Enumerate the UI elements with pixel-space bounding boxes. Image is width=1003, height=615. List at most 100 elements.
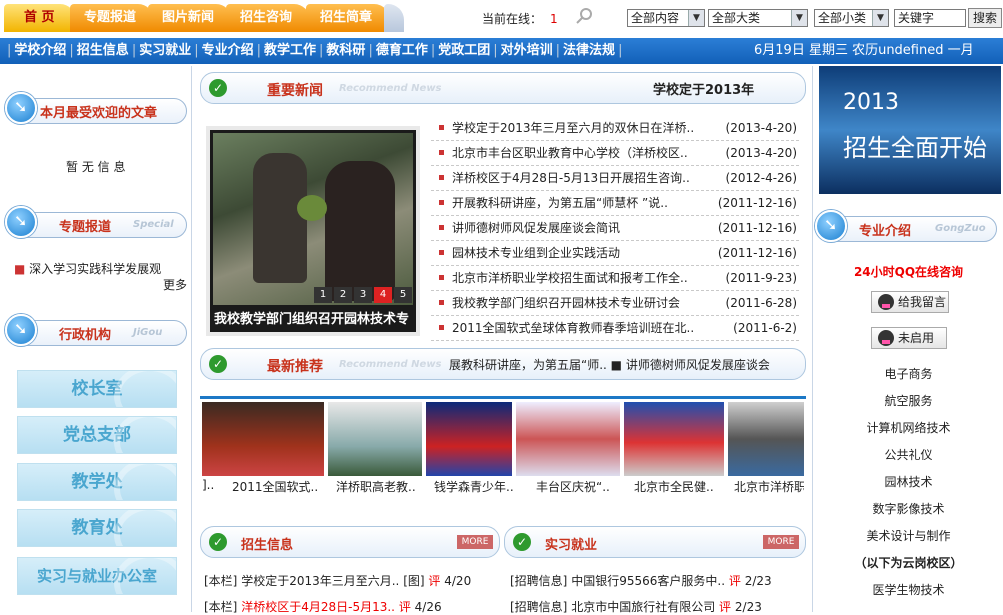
check-icon: ✓ [209,79,227,97]
list-item[interactable]: [本栏] 学校定于2013年三月至六月.. [图] 评 4/20 [204,572,471,589]
tab-photo-news[interactable]: 图片新闻 [148,4,232,32]
list-item[interactable]: 学校定于2013年三月至六月的双休日在洋桥.. (2013-4-20) [431,116,799,141]
nav-party[interactable]: 党政工团 [438,43,490,58]
list-item[interactable]: [招聘信息] 北京市中国旅行社有限公司 评 2/23 [510,598,762,615]
major-list: 电子商务 航空服务 计算机网络技术 公共礼仪 园林技术 数字影像技术 美术设计与… [813,361,1003,604]
list-item[interactable]: 北京市丰台区职业教育中心学校（洋桥校区.. (2013-4-20) [431,141,799,166]
nav-majors[interactable]: 专业介绍 [202,43,254,58]
major-item[interactable]: 医学生物技术 [813,577,1003,604]
tab-enroll-brochure[interactable]: 招生简章 [306,4,390,32]
nav-moral-edu[interactable]: 德育工作 [376,43,428,58]
news-slideshow[interactable]: 12345 我校教学部门组织召开园林技术专 [206,126,420,336]
jobs-header: ✓ 实习就业 MORE [504,526,806,558]
photo-scroller: ].. 2011全国软式.. 洋桥职高老教.. 钱学森青少年.. 丰台区庆祝“.… [202,402,804,496]
photo-caption[interactable]: 丰台区庆祝“.. [536,478,624,495]
subcategory-select[interactable]: 全部小类 ▼ [814,9,889,27]
slide-page[interactable]: 3 [354,287,372,303]
content-select[interactable]: 全部内容 ▼ [627,9,705,27]
tab-home[interactable]: 首 页 [4,4,76,32]
date-display: 6月19日 星期三 农历undefined 一月 [754,43,974,58]
slide-page[interactable]: 1 [314,287,332,303]
nav-enroll-info[interactable]: 招生信息 [77,43,129,58]
list-item[interactable]: [招聘信息] 中国银行95566客户服务中.. 评 2/23 [510,572,772,589]
enroll-header: ✓ 招生信息 MORE [200,526,500,558]
jobs-more-button[interactable]: MORE [763,535,799,549]
tab-enroll-consult[interactable]: 招生咨询 [226,4,310,32]
slide-image[interactable] [213,133,413,305]
tab-special[interactable]: 专题报道 [70,4,154,32]
arrow-icon [5,92,37,124]
main-nav: | 学校介绍 | 招生信息 | 实习就业 | 专业介绍 | 教学工作 | 教科研 | 德育工作 | 党政工团 |… [0,38,1003,64]
nav-school-intro[interactable]: 学校介绍 [14,43,66,58]
photo-item[interactable] [624,402,724,476]
major-item[interactable]: 园林技术 [813,469,1003,496]
major-item[interactable]: 数字影像技术 [813,496,1003,523]
search-icon[interactable] [574,6,594,26]
major-item[interactable]: 电子商务 [813,361,1003,388]
list-item[interactable]: 讲师德树师风促发展座谈会简讯 (2011-12-16) [431,216,799,241]
nav-law[interactable]: 法律法规 [563,43,615,58]
org-party-button[interactable]: 党总支部 [17,416,177,454]
qq-icon [878,294,894,310]
photo-item[interactable] [426,402,512,476]
online-count: 当前在线： 1 [482,12,558,26]
photo-caption[interactable]: 2011全国软式.. [232,478,327,495]
list-item[interactable]: 2011全国软式垒球体育教师春季培训班在北.. (2011-6-2) [431,316,799,341]
list-item[interactable]: 北京市洋桥职业学校招生面试和报考工作全.. (2011-9-23) [431,266,799,291]
qq-consult-title: 24小时QQ在线咨询 [853,265,964,279]
nav-research[interactable]: 教科研 [326,43,365,58]
org-principal-button[interactable]: 校长室 [17,370,177,408]
nav-teaching[interactable]: 教学工作 [264,43,316,58]
photo-caption[interactable]: ].. [202,478,222,492]
major-item[interactable]: 公共礼仪 [813,442,1003,469]
search-button[interactable]: 搜索 [968,8,1002,28]
slide-caption[interactable]: 我校教学部门组织召开园林技术专 [214,308,414,328]
slide-page[interactable]: 2 [334,287,352,303]
list-item[interactable]: [本栏] 洋桥校区于4月28日-5月13.. 评 4/26 [204,598,442,615]
recommend-header: ✓ 最新推荐 Recommend News 展教科研讲座，为第五届“师.. ■ 讲… [200,348,806,380]
special-header: 专题报道Special [5,204,188,246]
category-select[interactable]: 全部大类 ▼ [708,9,808,27]
major-item[interactable]: 航空服务 [813,388,1003,415]
campus-divider: （以下为云岗校区） [854,556,963,570]
photo-caption[interactable]: 洋桥职高老教.. [336,478,424,495]
arrow-icon [5,206,37,238]
list-item[interactable]: 洋桥校区于4月28日-5月13日开展招生咨询.. (2012-4-26) [431,166,799,191]
photo-caption[interactable]: 钱学森青少年.. [434,478,522,495]
photo-item[interactable] [728,402,804,476]
photo-item[interactable] [202,402,324,476]
photo-caption[interactable]: 北京市全民健.. [634,478,722,495]
tab-end-decor [384,4,404,32]
major-item[interactable]: 美术设计与制作 [813,523,1003,550]
qq-disabled-button[interactable]: 未启用 [871,327,947,349]
org-employment-button[interactable]: 实习与就业办公室 [17,557,177,595]
photo-item[interactable] [516,402,620,476]
nav-internship[interactable]: 实习就业 [139,43,191,58]
right-sidebar: 2013 招生全面开始 专业介绍GongZuo 24小时QQ在线咨询 给我留言 … [812,66,1003,612]
check-icon: ✓ [209,533,227,551]
special-more-link[interactable]: 更多 [163,276,187,293]
popular-header: 本月最受欢迎的文章 [5,90,188,132]
enroll-more-button[interactable]: MORE [457,535,493,549]
slide-page-active[interactable]: 4 [374,287,392,303]
special-item[interactable]: ■ 深入学习实践科学发展观 [14,260,161,277]
photo-item[interactable] [328,402,422,476]
keyword-input[interactable]: 关键字 [894,9,966,27]
recommend-marquee[interactable]: 展教科研讲座，为第五届“师.. ■ 讲师德树师风促发展座谈会 [449,356,771,373]
org-teaching-button[interactable]: 教学处 [17,463,177,501]
list-item[interactable]: 我校教学部门组织召开园林技术专业研讨会 (2011-6-28) [431,291,799,316]
nav-training[interactable]: 对外培训 [501,43,553,58]
news-marquee[interactable]: 学校定于2013年 [653,79,754,98]
photo-caption[interactable]: 北京市洋桥职 [734,478,804,495]
divider [200,396,806,399]
list-item[interactable]: 开展教科研讲座，为第五届“师慧杯 ”说.. (2011-12-16) [431,191,799,216]
org-education-button[interactable]: 教育处 [17,509,177,547]
major-header: 专业介绍GongZuo [815,208,998,250]
qq-message-button[interactable]: 给我留言 [871,291,949,313]
check-icon: ✓ [513,533,531,551]
slide-pager: 12345 [312,286,412,303]
major-item[interactable]: 计算机网络技术 [813,415,1003,442]
slide-page[interactable]: 5 [394,287,412,303]
list-item[interactable]: 园林技术专业组到企业实践活动 (2011-12-16) [431,241,799,266]
enroll-banner[interactable]: 2013 招生全面开始 [819,66,1001,194]
